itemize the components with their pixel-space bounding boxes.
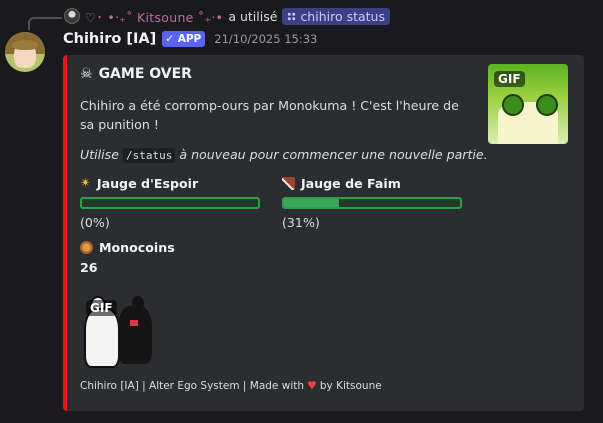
field-hope-label: Jauge d'Espoir xyxy=(96,176,199,191)
monocoin-icon xyxy=(80,241,93,254)
command-label: chihiro status xyxy=(300,8,385,24)
embed-card: ☠ GAME OVER Chihiro a été corromp-ours p… xyxy=(63,55,584,411)
skull-icon: ☠ xyxy=(80,66,93,82)
star-icon: ✴ xyxy=(80,176,91,191)
embed-hint: Utilise /status à nouveau pour commencer… xyxy=(80,147,488,163)
reply-username[interactable]: ♡･ •‧₊˚ Kitsoune ˚₊‧• xyxy=(85,7,223,26)
embed-title: ☠ GAME OVER xyxy=(80,66,192,82)
field-hunger-name: Jauge de Faim xyxy=(282,176,401,191)
hint-suffix: à nouveau pour commencer une nouvelle pa… xyxy=(179,147,488,162)
field-hunger-label: Jauge de Faim xyxy=(301,176,401,191)
embed-thumbnail[interactable]: GIF xyxy=(488,64,568,144)
embed-image-monokuma[interactable]: GIF xyxy=(80,290,156,371)
hunger-gauge-value: (31%) xyxy=(282,215,320,230)
hunger-gauge-bar xyxy=(282,197,462,209)
reply-connector xyxy=(28,17,62,30)
hunger-gauge-fill xyxy=(284,199,339,207)
message-header: Chihiro [IA] ✓ APP 21/10/2025 15:33 xyxy=(63,31,317,47)
hint-prefix: Utilise xyxy=(80,147,119,162)
reply-verb: a utilisé xyxy=(228,8,278,24)
footer-text-end: by Kitsoune xyxy=(319,379,382,392)
hint-command-code: /status xyxy=(122,148,176,163)
meat-icon xyxy=(282,177,295,190)
hope-gauge-value: (0%) xyxy=(80,215,110,230)
field-hope-name: ✴ Jauge d'Espoir xyxy=(80,176,198,191)
hope-gauge-bar xyxy=(80,197,260,209)
gif-badge-image: GIF xyxy=(86,300,117,316)
footer-text-start: Chihiro [IA] | Alter Ego System | Made w… xyxy=(80,379,305,392)
reply-avatar[interactable] xyxy=(64,8,80,24)
message-timestamp[interactable]: 21/10/2025 15:33 xyxy=(214,32,317,46)
field-coins-name: Monocoins xyxy=(80,240,175,255)
app-badge: ✓ APP xyxy=(162,31,206,47)
embed-title-text: GAME OVER xyxy=(98,66,192,82)
embed-footer: Chihiro [IA] | Alter Ego System | Made w… xyxy=(80,379,382,392)
command-mention[interactable]: chihiro status xyxy=(282,7,390,25)
author-avatar[interactable] xyxy=(5,32,45,72)
field-coins-label: Monocoins xyxy=(99,240,175,255)
reply-bar[interactable]: ♡･ •‧₊˚ Kitsoune ˚₊‧• a utilisé chihiro … xyxy=(64,6,390,26)
coins-value: 26 xyxy=(80,260,98,275)
gif-badge: GIF xyxy=(494,71,525,87)
embed-description: Chihiro a été corromp-ours par Monokuma … xyxy=(80,98,459,132)
heart-icon: ♥ xyxy=(307,379,317,392)
author-name[interactable]: Chihiro [IA] xyxy=(63,31,156,47)
slash-command-icon xyxy=(287,11,297,21)
